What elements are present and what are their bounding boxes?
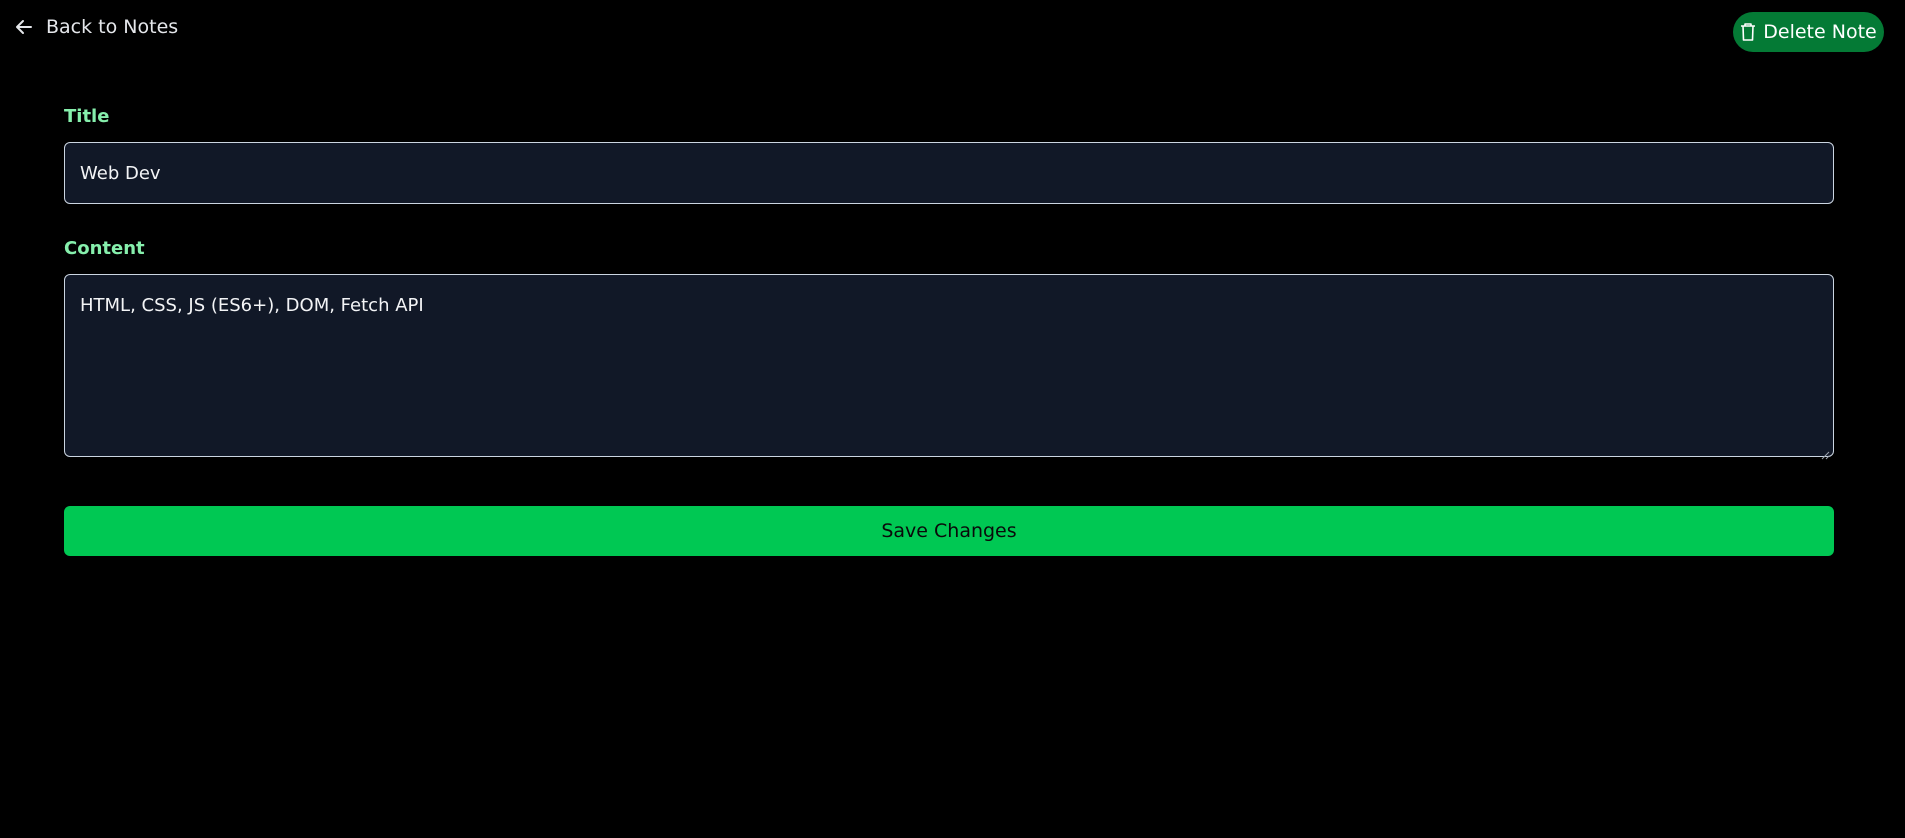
title-label: Title	[64, 106, 110, 127]
back-to-notes-link[interactable]: Back to Notes	[14, 12, 178, 42]
title-input[interactable]: Web Dev	[64, 142, 1834, 204]
content-textarea-value: HTML, CSS, JS (ES6+), DOM, Fetch API	[80, 295, 424, 316]
note-editor-page: Back to Notes Delete Note Title Web Dev …	[0, 0, 1905, 838]
back-to-notes-label: Back to Notes	[46, 16, 179, 38]
save-changes-button[interactable]: Save Changes	[64, 506, 1834, 556]
arrow-left-icon	[14, 17, 34, 37]
content-label: Content	[64, 238, 145, 259]
content-textarea[interactable]: HTML, CSS, JS (ES6+), DOM, Fetch API	[64, 274, 1834, 460]
save-changes-label: Save Changes	[881, 520, 1017, 542]
delete-note-button[interactable]: Delete Note	[1733, 12, 1884, 52]
delete-note-label: Delete Note	[1763, 21, 1877, 43]
title-input-value: Web Dev	[80, 162, 161, 184]
trash-icon	[1740, 22, 1756, 42]
resize-grip-icon[interactable]	[1821, 444, 1830, 460]
